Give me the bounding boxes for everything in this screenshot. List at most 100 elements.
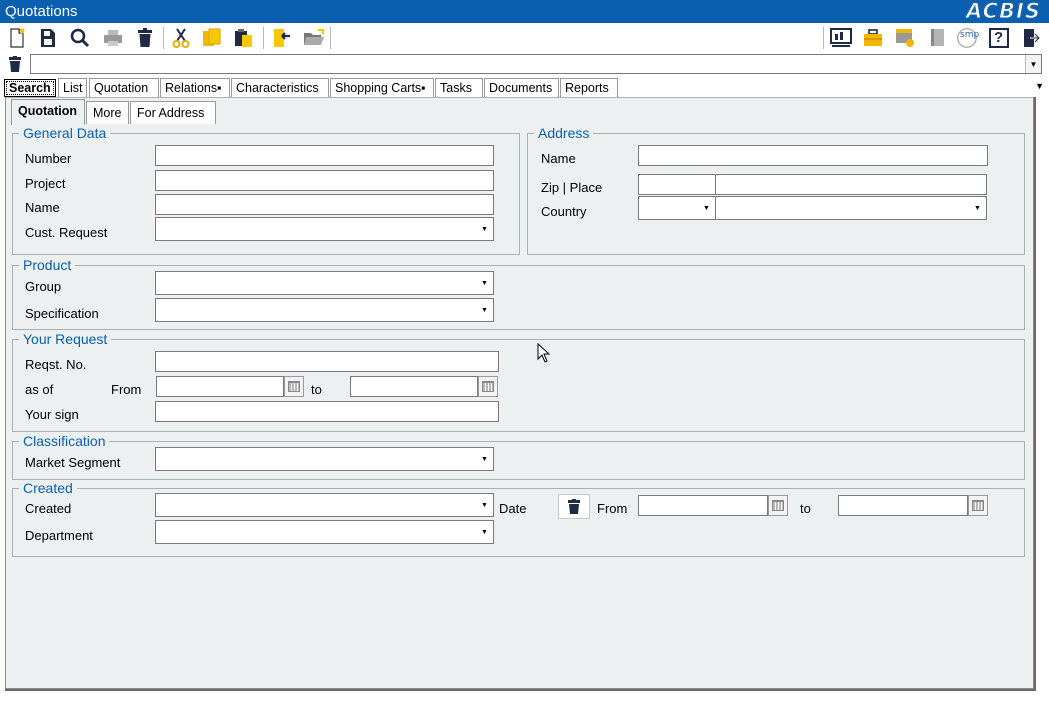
chevron-down-icon[interactable]: ▼ [1025, 55, 1041, 73]
print-icon[interactable] [101, 26, 125, 50]
mouse-cursor-icon [537, 342, 551, 366]
specification-combobox[interactable]: ▼ [155, 298, 494, 322]
request-from-date-input[interactable] [156, 376, 284, 397]
chevron-down-icon[interactable]: ▼ [476, 494, 493, 516]
your-request-legend: Your Request [19, 331, 112, 347]
number-label: Number [25, 151, 72, 166]
as-of-label: as of [25, 382, 54, 397]
request-from-label: From [111, 382, 142, 397]
your-sign-input[interactable] [155, 401, 499, 422]
chevron-down-icon[interactable]: ▼ [969, 197, 986, 219]
open-folder-icon[interactable] [302, 26, 326, 50]
calendar-icon[interactable] [768, 495, 788, 516]
date-label: Date [499, 501, 527, 516]
chevron-down-icon[interactable]: ▼ [476, 448, 493, 470]
tab-reports[interactable]: Reports [560, 78, 618, 98]
exit-icon[interactable] [1019, 26, 1043, 50]
name-input[interactable] [155, 194, 494, 215]
tab-relations[interactable]: Relations▪ [160, 78, 230, 98]
country-code-combobox[interactable]: ▼ [638, 196, 716, 220]
subtab-more[interactable]: More [86, 101, 129, 124]
group-label: Group [25, 279, 62, 294]
clear-date-button[interactable] [558, 494, 590, 519]
toolbar-separator [823, 27, 824, 49]
country-label: Country [541, 204, 587, 219]
created-from-label: From [597, 501, 628, 516]
save-icon[interactable] [36, 26, 60, 50]
created-from-date-input[interactable] [638, 495, 768, 516]
tab-search[interactable]: Search [4, 79, 56, 97]
acbis-logo: ACBIS [966, 0, 1041, 23]
calendar-icon[interactable] [478, 376, 498, 397]
tab-documents[interactable]: Documents [484, 78, 559, 98]
created-legend: Created [19, 480, 77, 496]
window-title: Quotations [5, 3, 78, 20]
number-input[interactable] [155, 145, 494, 166]
cut-icon[interactable] [169, 26, 193, 50]
import-icon[interactable] [270, 26, 294, 50]
chevron-down-icon[interactable]: ▼ [476, 218, 493, 240]
new-document-icon[interactable] [5, 26, 29, 50]
filter-combobox[interactable]: ▼ [30, 54, 1042, 74]
panel-shadow [1034, 97, 1036, 691]
created-combobox[interactable]: ▼ [155, 493, 494, 517]
toolbar: smp ? [0, 23, 1049, 53]
request-to-label: to [311, 382, 322, 397]
cust-request-label: Cust. Request [25, 225, 108, 240]
market-segment-combobox[interactable]: ▼ [155, 447, 494, 471]
help-icon[interactable]: ? [987, 26, 1011, 50]
paste-icon[interactable] [232, 26, 256, 50]
department-combobox[interactable]: ▼ [155, 520, 494, 544]
address-name-input[interactable] [638, 145, 988, 166]
trash-icon [568, 499, 580, 514]
book-icon[interactable] [925, 26, 949, 50]
filter-delete-icon[interactable] [5, 55, 25, 73]
toolbar-separator [263, 27, 264, 49]
smp-icon[interactable]: smp [955, 26, 979, 50]
copy-icon[interactable] [200, 26, 224, 50]
project-input[interactable] [155, 170, 494, 191]
request-to-date-input[interactable] [350, 376, 478, 397]
help-label: ? [994, 29, 1004, 46]
toolbar-separator [163, 27, 164, 49]
tabs-overflow-icon[interactable]: ▼ [1035, 81, 1044, 91]
created-label: Created [25, 501, 72, 516]
tab-shopping-carts[interactable]: Shopping Carts▪ [330, 78, 434, 98]
chevron-down-icon[interactable]: ▼ [698, 197, 715, 219]
project-label: Project [25, 176, 66, 191]
created-to-date-input[interactable] [838, 495, 968, 516]
specification-label: Specification [25, 306, 99, 321]
chevron-down-icon[interactable]: ▼ [476, 521, 493, 543]
address-legend: Address [534, 125, 594, 141]
title-bar: Quotations ACBIS [0, 0, 1049, 23]
cust-request-combobox[interactable]: ▼ [155, 217, 494, 241]
market-segment-label: Market Segment [25, 455, 121, 470]
tab-quotation[interactable]: Quotation [89, 78, 159, 98]
window-icon[interactable] [893, 26, 917, 50]
tab-characteristics[interactable]: Characteristics [231, 78, 329, 98]
chevron-down-icon[interactable]: ▼ [476, 299, 493, 321]
product-legend: Product [19, 257, 76, 273]
place-input[interactable] [715, 174, 987, 195]
briefcase-icon[interactable] [861, 26, 885, 50]
tab-tasks[interactable]: Tasks [435, 78, 483, 98]
zip-input[interactable] [638, 174, 716, 195]
filter-row: ▼ [0, 53, 1049, 75]
calendar-icon[interactable] [284, 376, 304, 397]
calendar-icon[interactable] [968, 495, 988, 516]
reqst-no-input[interactable] [155, 351, 499, 372]
group-combobox[interactable]: ▼ [155, 271, 494, 295]
subtab-quotation[interactable]: Quotation [11, 99, 85, 125]
chevron-down-icon[interactable]: ▼ [476, 272, 493, 294]
toolbar-separator [330, 27, 331, 49]
country-combobox[interactable]: ▼ [715, 196, 987, 220]
reqst-no-label: Reqst. No. [25, 357, 87, 372]
delete-icon[interactable] [133, 26, 157, 50]
monitor-icon[interactable] [829, 26, 853, 50]
address-name-label: Name [541, 151, 576, 166]
tab-list[interactable]: List [58, 78, 87, 98]
subtab-for-address[interactable]: For Address [130, 101, 216, 124]
search-icon[interactable] [68, 26, 92, 50]
general-data-legend: General Data [19, 125, 111, 141]
classification-legend: Classification [19, 433, 110, 449]
